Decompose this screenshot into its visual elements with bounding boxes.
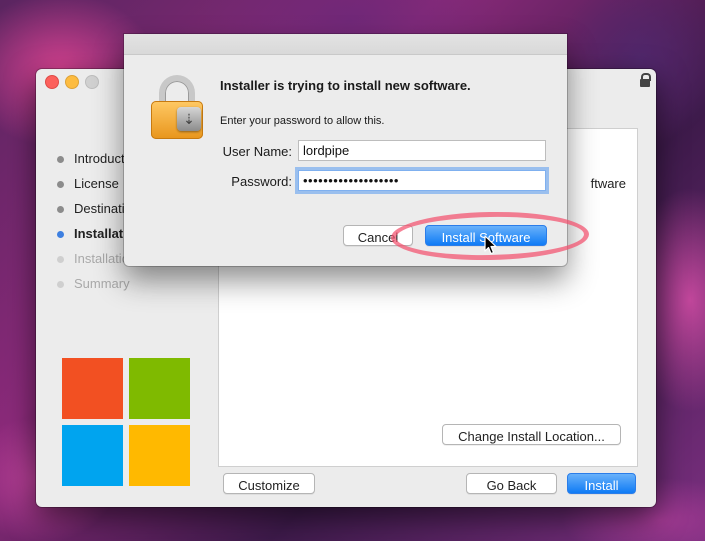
step-dot-icon xyxy=(57,156,64,163)
zoom-window-button[interactable] xyxy=(85,75,99,89)
install-button[interactable]: Install xyxy=(567,473,636,494)
padlock-icon: ⇣ xyxy=(151,75,203,139)
step-dot-icon xyxy=(57,281,64,288)
cancel-button[interactable]: Cancel xyxy=(343,225,413,246)
mouse-pointer-icon xyxy=(484,235,497,255)
logo-yellow-square xyxy=(129,425,190,486)
logo-green-square xyxy=(129,358,190,419)
change-install-location-button[interactable]: Change Install Location... xyxy=(442,424,621,445)
password-label: Password: xyxy=(231,174,292,189)
logo-blue-square xyxy=(62,425,123,486)
title-lock-icon xyxy=(640,73,651,87)
dialog-top-bar xyxy=(124,34,567,55)
step-dot-icon xyxy=(57,256,64,263)
username-field[interactable] xyxy=(298,140,546,161)
step-summary: Summary xyxy=(56,276,143,301)
dialog-title: Installer is trying to install new softw… xyxy=(220,78,471,93)
step-dot-icon xyxy=(57,206,64,213)
microsoft-logo xyxy=(62,358,190,486)
step-dot-icon xyxy=(57,181,64,188)
customize-button[interactable]: Customize xyxy=(223,473,315,494)
password-field[interactable] xyxy=(298,170,546,191)
authentication-dialog: ⇣ Installer is trying to install new sof… xyxy=(124,34,567,266)
dialog-message: Enter your password to allow this. xyxy=(220,115,385,127)
logo-red-square xyxy=(62,358,123,419)
close-window-button[interactable] xyxy=(45,75,59,89)
step-dot-icon xyxy=(57,231,64,238)
username-label: User Name: xyxy=(222,144,292,159)
go-back-button[interactable]: Go Back xyxy=(466,473,557,494)
minimize-window-button[interactable] xyxy=(65,75,79,89)
drive-download-icon: ⇣ xyxy=(177,107,201,131)
